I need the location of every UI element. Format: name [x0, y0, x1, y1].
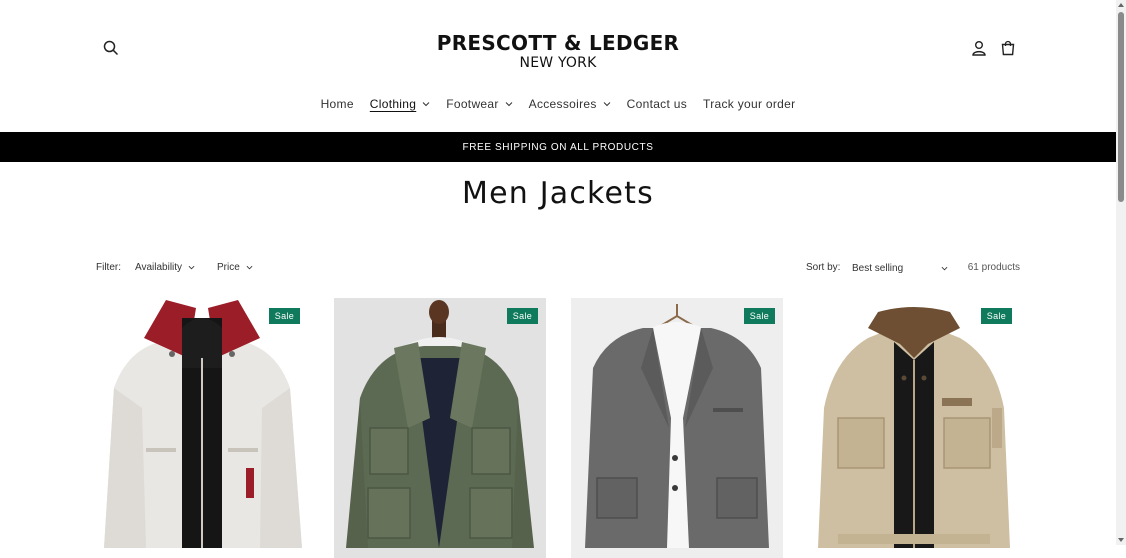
product-image — [571, 298, 783, 558]
announcement-bar: FREE SHIPPING ON ALL PRODUCTS — [0, 132, 1116, 162]
sort-select[interactable]: Best selling — [852, 259, 948, 277]
product-grid: Sale Sale Sale Sale — [96, 298, 1020, 558]
product-card[interactable]: Sale — [571, 298, 783, 558]
brand-subtitle: NEW YORK — [519, 55, 597, 71]
account-icon[interactable] — [967, 36, 991, 60]
sort-value: Best selling — [852, 262, 904, 274]
nav-clothing[interactable]: Clothing — [362, 94, 438, 114]
sort-label: Sort by: — [806, 262, 841, 273]
product-image — [818, 307, 1010, 548]
nav-accessoires[interactable]: Accessoires — [521, 94, 619, 114]
sale-badge: Sale — [268, 308, 300, 324]
nav-contact-us[interactable]: Contact us — [619, 94, 695, 114]
chevron-down-icon — [246, 265, 253, 270]
cart-icon[interactable] — [996, 36, 1020, 60]
product-card[interactable]: Sale — [808, 298, 1020, 558]
chevron-down-icon — [603, 102, 611, 107]
product-image — [334, 298, 546, 558]
scroll-thumb[interactable] — [1118, 12, 1124, 202]
sale-badge: Sale — [980, 308, 1012, 324]
nav-home[interactable]: Home — [313, 94, 362, 114]
nav-footwear[interactable]: Footwear — [438, 94, 520, 114]
site-header: PRESCOTT & LEDGER NEW YORK Home Clothing… — [0, 0, 1116, 132]
product-count: 61 products — [967, 262, 1020, 273]
sale-badge: Sale — [506, 308, 538, 324]
filter-label: Filter: — [96, 262, 121, 273]
chevron-down-icon — [188, 265, 195, 270]
filter-availability-label: Availability — [135, 262, 183, 273]
product-card[interactable]: Sale — [96, 298, 308, 558]
filter-availability[interactable]: Availability — [135, 262, 195, 273]
product-image — [104, 300, 302, 548]
chevron-down-icon — [941, 266, 948, 270]
filter-price[interactable]: Price — [217, 262, 253, 273]
chevron-down-icon — [505, 102, 513, 107]
nav-track-order[interactable]: Track your order — [695, 94, 803, 114]
scrollbar[interactable] — [1116, 0, 1126, 545]
filter-price-label: Price — [217, 262, 240, 273]
product-card[interactable]: Sale — [334, 298, 546, 558]
filter-bar: Filter: Availability Price Sort by: Best… — [96, 259, 1020, 277]
announcement-text: FREE SHIPPING ON ALL PRODUCTS — [462, 141, 654, 153]
chevron-down-icon — [422, 102, 430, 107]
brand-name: PRESCOTT & LEDGER — [436, 31, 680, 55]
brand-logo[interactable]: PRESCOTT & LEDGER NEW YORK — [0, 31, 1116, 71]
scroll-up-arrow[interactable] — [1118, 3, 1124, 7]
main-nav: Home Clothing Footwear Accessoires Conta… — [0, 94, 1116, 114]
page-title: Men Jackets — [462, 176, 654, 211]
sale-badge: Sale — [743, 308, 775, 324]
scroll-down-arrow[interactable] — [1118, 538, 1124, 542]
